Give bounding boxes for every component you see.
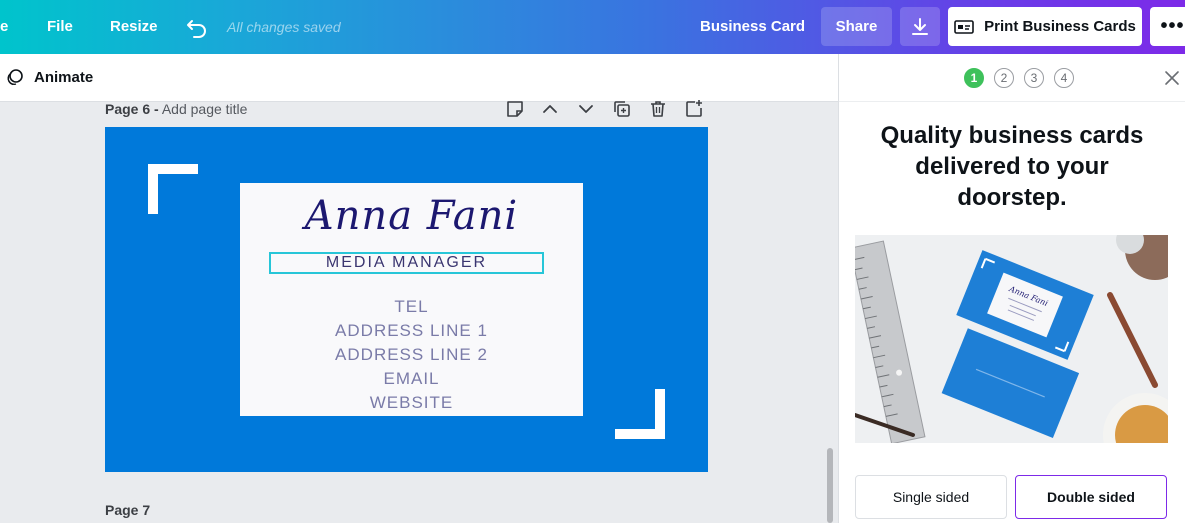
- step-1[interactable]: 1: [964, 68, 984, 88]
- business-card-page[interactable]: Anna Fani MEDIA MANAGER TEL ADDRESS LINE…: [105, 127, 708, 472]
- page-6-number: Page 6 -: [105, 101, 159, 117]
- file-menu[interactable]: File: [47, 0, 73, 54]
- more-options-button[interactable]: •••: [1150, 7, 1185, 46]
- print-business-cards-button[interactable]: Print Business Cards: [948, 7, 1142, 46]
- card-address-line-2[interactable]: ADDRESS LINE 2: [240, 345, 583, 365]
- chevron-up-icon[interactable]: [539, 98, 561, 120]
- animate-button[interactable]: Animate: [6, 68, 93, 86]
- step-4[interactable]: 4: [1054, 68, 1074, 88]
- page-7-label[interactable]: Page 7: [105, 502, 150, 518]
- download-button[interactable]: [900, 7, 940, 46]
- duplicate-page-icon[interactable]: [611, 98, 633, 120]
- top-bar: e File Resize All changes saved Business…: [0, 0, 1185, 54]
- card-tel[interactable]: TEL: [240, 297, 583, 317]
- corner-bracket-top-left-vertical[interactable]: [148, 164, 158, 214]
- save-status: All changes saved: [227, 19, 341, 35]
- step-2[interactable]: 2: [994, 68, 1014, 88]
- product-photo-illustration: Anna Fani: [855, 235, 1168, 443]
- animate-label: Animate: [34, 68, 94, 86]
- document-name[interactable]: Business Card: [700, 0, 805, 54]
- canvas-scrollbar-thumb[interactable]: [827, 448, 833, 523]
- add-page-icon[interactable]: [683, 98, 705, 120]
- undo-icon[interactable]: [186, 16, 208, 38]
- chevron-down-icon[interactable]: [575, 98, 597, 120]
- card-name[interactable]: Anna Fani: [240, 193, 583, 239]
- resize-menu[interactable]: Resize: [110, 0, 158, 54]
- print-panel-headline: Quality business cards delivered to your…: [880, 122, 1144, 211]
- double-sided-option[interactable]: Double sided: [1015, 475, 1167, 519]
- share-button[interactable]: Share: [821, 7, 892, 46]
- step-3[interactable]: 3: [1024, 68, 1044, 88]
- editor-toolbar: Animate: [0, 54, 838, 102]
- card-email[interactable]: EMAIL: [240, 369, 583, 389]
- card-job-title[interactable]: MEDIA MANAGER: [269, 252, 544, 274]
- note-icon[interactable]: [504, 98, 526, 120]
- animate-icon: [7, 69, 23, 86]
- print-button-label: Print Business Cards: [984, 18, 1136, 35]
- print-steps-header: 1 2 3 4: [839, 54, 1185, 102]
- card-content-panel[interactable]: Anna Fani MEDIA MANAGER TEL ADDRESS LINE…: [240, 183, 583, 416]
- corner-bracket-bottom-right-vertical[interactable]: [655, 389, 665, 439]
- page-6-title-placeholder[interactable]: Add page title: [162, 101, 248, 117]
- close-icon[interactable]: [1164, 70, 1180, 86]
- trash-icon[interactable]: [647, 98, 669, 120]
- page-7-number: Page 7: [105, 502, 151, 518]
- business-card-icon: [954, 19, 974, 34]
- business-card-product-photo: Anna Fani: [855, 235, 1168, 443]
- download-icon: [912, 17, 928, 35]
- page-6-title[interactable]: Page 6 - Add page title: [105, 101, 247, 117]
- card-website[interactable]: WEBSITE: [240, 393, 583, 413]
- print-panel: 1 2 3 4 Quality business cards delivered…: [838, 54, 1185, 523]
- home-menu-fragment[interactable]: e: [0, 0, 8, 54]
- single-sided-option[interactable]: Single sided: [855, 475, 1007, 519]
- card-address-line-1[interactable]: ADDRESS LINE 1: [240, 321, 583, 341]
